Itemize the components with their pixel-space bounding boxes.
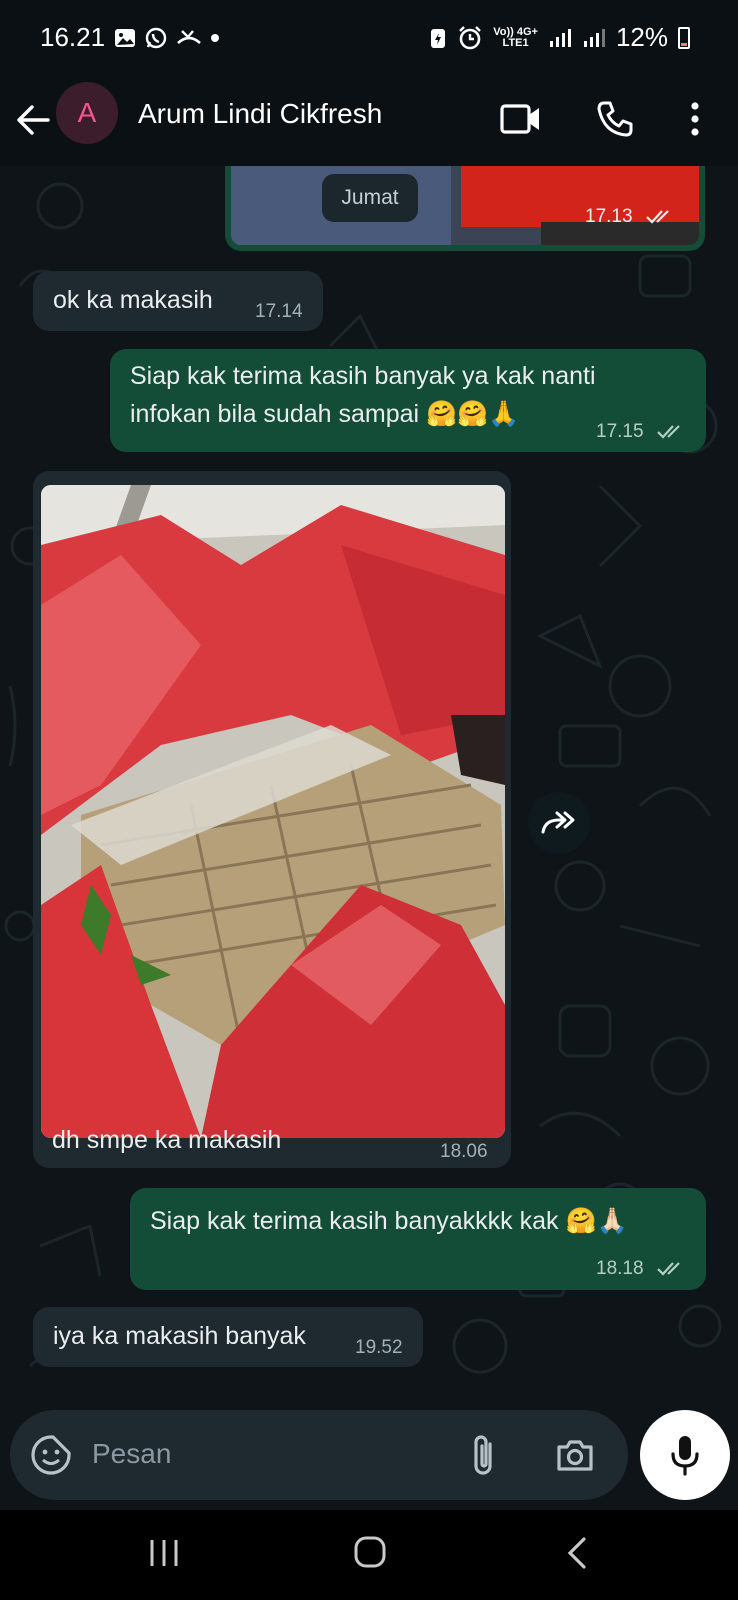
- read-ticks-icon: [657, 1262, 680, 1276]
- input-bar: Pesan: [0, 1410, 738, 1510]
- avatar-letter: A: [77, 97, 97, 128]
- forward-button[interactable]: [528, 792, 590, 854]
- message-bubble-outgoing-image[interactable]: 17.13: [225, 166, 705, 251]
- back-arrow-icon: [17, 105, 50, 135]
- attach-icon[interactable]: [468, 1432, 498, 1478]
- chat-header: A Arum Lindi Cikfresh: [0, 76, 738, 166]
- video-call-button[interactable]: [498, 96, 544, 142]
- more-vert-icon: [691, 102, 699, 136]
- missed-call-icon: [177, 30, 201, 44]
- message-input[interactable]: Pesan: [10, 1410, 628, 1500]
- video-call-icon: [500, 104, 539, 134]
- battery-icon: [678, 26, 690, 49]
- message-bubble-incoming[interactable]: iya ka makasih banyak 19.52: [33, 1307, 423, 1367]
- status-bar: 16.21 Vo)) 4G+ LTE1 12%: [0, 0, 738, 76]
- chat-area[interactable]: 17.13 Jumat ok ka makasih 17.14 Siap kak…: [0, 166, 738, 1410]
- menu-button[interactable]: [672, 96, 718, 142]
- battery-saver-icon: [431, 28, 446, 48]
- system-nav-bar: [0, 1510, 738, 1600]
- network-bottom-label: LTE1: [502, 36, 529, 49]
- signal-icon-2: [583, 28, 605, 47]
- gallery-icon: [115, 29, 135, 47]
- status-time: 16.21: [40, 22, 106, 52]
- forward-icon: [541, 811, 575, 834]
- voice-record-button[interactable]: [640, 1410, 730, 1500]
- message-placeholder: Pesan: [92, 1438, 172, 1469]
- message-time: 19.52: [355, 1337, 403, 1358]
- network-type: Vo)) 4G+ LTE1: [493, 25, 538, 49]
- message-bubble-outgoing[interactable]: Siap kak terima kasih banyakkkk kak 🤗🙏🏻 …: [130, 1188, 706, 1290]
- message-bubble-incoming[interactable]: ok ka makasih 17.14: [33, 271, 323, 331]
- message-time: 18.18: [596, 1258, 644, 1279]
- message-time: 17.13: [585, 206, 633, 227]
- network-top-label: Vo)) 4G+: [493, 25, 538, 38]
- read-ticks-icon: [657, 425, 680, 439]
- message-time: 18.06: [440, 1141, 488, 1162]
- mic-icon: [671, 1436, 699, 1476]
- voice-call-button[interactable]: [592, 96, 638, 142]
- back-button[interactable]: [14, 98, 54, 142]
- recent-apps-icon[interactable]: [148, 1538, 180, 1568]
- status-right-icons: Vo)) 4G+ LTE1 12%: [429, 22, 690, 53]
- message-bubble-outgoing[interactable]: Siap kak terima kasih banyak ya kak nant…: [110, 349, 706, 452]
- contact-name[interactable]: Arum Lindi Cikfresh: [138, 98, 382, 130]
- photo-caption: dh smpe ka makasih: [52, 1126, 282, 1154]
- photo-red-bag-basket: [41, 485, 505, 1138]
- notification-icons: [114, 26, 220, 50]
- message-photo[interactable]: [41, 485, 505, 1138]
- message-text: ok ka makasih: [53, 286, 213, 314]
- phone-icon: [597, 101, 633, 137]
- signal-icon-1: [549, 28, 571, 47]
- more-notifications-dot: [211, 34, 219, 42]
- message-time: 17.15: [596, 421, 644, 442]
- read-ticks-icon: [646, 210, 669, 224]
- message-text-line2: infokan bila sudah sampai 🤗🤗🙏: [130, 400, 520, 428]
- nav-back-icon[interactable]: [566, 1536, 588, 1570]
- battery-percent: 12%: [615, 22, 668, 52]
- camera-icon[interactable]: [555, 1437, 595, 1473]
- sticker-icon[interactable]: [30, 1434, 72, 1476]
- message-text: Siap kak terima kasih banyakkkk kak 🤗🙏🏻: [150, 1207, 628, 1235]
- message-text: iya ka makasih banyak: [53, 1322, 306, 1350]
- message-text-line1: Siap kak terima kasih banyak ya kak nant…: [130, 362, 596, 390]
- message-time: 17.14: [255, 301, 303, 322]
- date-chip: Jumat: [322, 174, 418, 222]
- alarm-icon: [459, 25, 482, 49]
- home-icon[interactable]: [354, 1536, 386, 1568]
- avatar[interactable]: A: [56, 82, 118, 144]
- whatsapp-icon: [145, 27, 167, 49]
